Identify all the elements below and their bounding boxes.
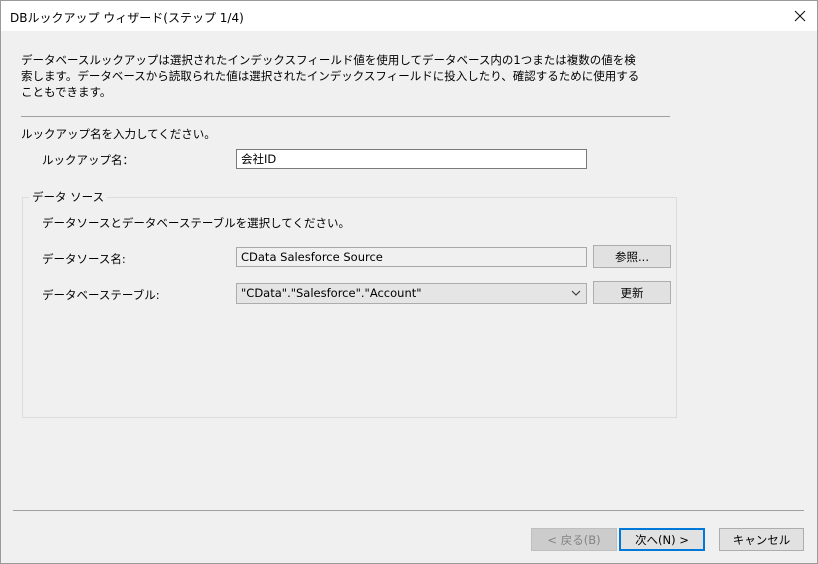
database-table-value: "CData"."Salesforce"."Account": [241, 286, 422, 300]
cancel-button[interactable]: キャンセル: [719, 528, 804, 551]
next-button[interactable]: 次へ(N) >: [619, 528, 705, 551]
title-bar: DBルックアップ ウィザード(ステップ 1/4): [1, 1, 817, 31]
header-divider: [21, 116, 670, 117]
datasource-prompt: データソースとデータベーステーブルを選択してください。: [42, 216, 350, 230]
wizard-window: DBルックアップ ウィザード(ステップ 1/4) データベースルックアップは選択…: [0, 0, 818, 564]
wizard-description: データベースルックアップは選択されたインデックスフィールド値を使用してデータベー…: [21, 53, 640, 99]
chevron-down-icon: [570, 286, 582, 300]
database-table-label: データベーステーブル:: [42, 288, 160, 302]
datasource-group-title: データ ソース: [29, 189, 108, 205]
back-button[interactable]: < 戻る(B): [531, 528, 617, 551]
datasource-name-label: データソース名:: [42, 252, 126, 266]
lookup-name-label: ルックアップ名：: [42, 153, 134, 167]
browse-button[interactable]: 参照...: [593, 245, 671, 268]
footer-divider: [13, 510, 804, 511]
refresh-button[interactable]: 更新: [593, 281, 671, 304]
close-icon[interactable]: [783, 1, 817, 31]
database-table-select[interactable]: "CData"."Salesforce"."Account": [236, 283, 587, 304]
lookup-name-prompt: ルックアップ名を入力してください。: [21, 127, 216, 141]
window-title: DBルックアップ ウィザード(ステップ 1/4): [10, 11, 244, 25]
lookup-name-input[interactable]: 会社ID: [236, 149, 587, 169]
datasource-name-field[interactable]: CData Salesforce Source: [236, 247, 587, 267]
